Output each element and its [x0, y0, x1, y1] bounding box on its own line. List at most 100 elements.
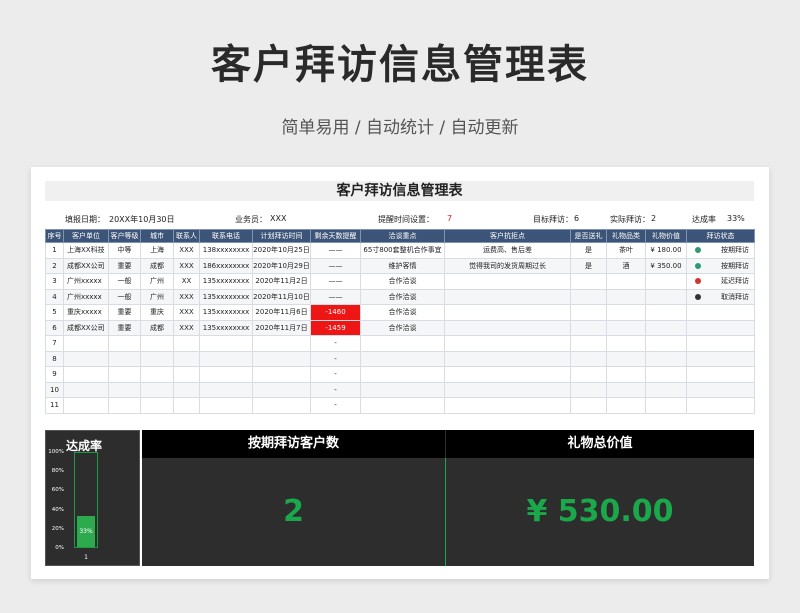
reminder-value[interactable]: 7 — [447, 214, 452, 223]
cell-level[interactable]: 中等 — [108, 242, 141, 259]
cell-date[interactable] — [252, 366, 311, 383]
cell-gift_type[interactable] — [606, 366, 646, 383]
cell-gift_type[interactable] — [606, 350, 646, 367]
cell-remain[interactable]: -1459 — [310, 319, 361, 336]
cell-date[interactable] — [252, 381, 311, 398]
cell-no[interactable]: 3 — [45, 273, 64, 290]
column-header[interactable]: 城市 — [140, 229, 174, 243]
cell-remain[interactable]: - — [310, 350, 361, 367]
cell-focus[interactable] — [360, 350, 445, 367]
cell-level[interactable] — [108, 335, 141, 352]
cell-remain[interactable]: - — [310, 335, 361, 352]
cell-date[interactable] — [252, 350, 311, 367]
cell-status[interactable] — [686, 335, 755, 352]
cell-objection[interactable]: 运费高、售后差 — [444, 242, 571, 259]
cell-gift_value[interactable] — [645, 273, 687, 290]
cell-objection[interactable] — [444, 350, 571, 367]
cell-remain[interactable]: —— — [310, 242, 361, 259]
cell-level[interactable]: 一般 — [108, 273, 141, 290]
cell-contact[interactable] — [173, 381, 200, 398]
cell-no[interactable]: 5 — [45, 304, 64, 321]
cell-gift_type[interactable] — [606, 381, 646, 398]
column-header[interactable]: 拜访状态 — [686, 229, 755, 243]
cell-phone[interactable]: 135xxxxxxxx — [199, 273, 253, 290]
cell-level[interactable] — [108, 350, 141, 367]
cell-level[interactable]: 重要 — [108, 304, 141, 321]
cell-city[interactable]: 上海 — [140, 242, 174, 259]
cell-level[interactable]: 重要 — [108, 257, 141, 274]
cell-city[interactable]: 成都 — [140, 319, 174, 336]
cell-date[interactable]: 2020年11月10日 — [252, 288, 311, 305]
cell-city[interactable]: 重庆 — [140, 304, 174, 321]
cell-no[interactable]: 6 — [45, 319, 64, 336]
cell-focus[interactable] — [360, 397, 445, 414]
cell-objection[interactable] — [444, 397, 571, 414]
cell-date[interactable]: 2020年11月2日 — [252, 273, 311, 290]
cell-company[interactable]: 成都XX公司 — [63, 257, 109, 274]
cell-city[interactable] — [140, 335, 174, 352]
cell-contact[interactable]: XXX — [173, 257, 200, 274]
cell-city[interactable]: 成都 — [140, 257, 174, 274]
column-header[interactable]: 客户抗拒点 — [444, 229, 571, 243]
cell-focus[interactable]: 合作洽谈 — [360, 304, 445, 321]
column-header[interactable]: 礼物价值 — [645, 229, 687, 243]
cell-focus[interactable] — [360, 366, 445, 383]
cell-objection[interactable]: 觉得我司的发货周期过长 — [444, 257, 571, 274]
cell-city[interactable]: 广州 — [140, 288, 174, 305]
cell-city[interactable] — [140, 397, 174, 414]
staff-value[interactable]: XXX — [270, 214, 286, 223]
cell-remain[interactable]: —— — [310, 257, 361, 274]
cell-contact[interactable]: XXX — [173, 304, 200, 321]
cell-phone[interactable]: 135xxxxxxxx — [199, 319, 253, 336]
cell-focus[interactable] — [360, 335, 445, 352]
column-header[interactable]: 洽谈重点 — [360, 229, 445, 243]
cell-date[interactable]: 2020年10月25日 — [252, 242, 311, 259]
cell-remain[interactable]: - — [310, 397, 361, 414]
cell-focus[interactable]: 维护客情 — [360, 257, 445, 274]
cell-objection[interactable] — [444, 381, 571, 398]
cell-status[interactable]: 取消拜访 — [686, 288, 755, 305]
cell-status[interactable]: 延迟拜访 — [686, 273, 755, 290]
cell-gift[interactable]: 是 — [570, 257, 607, 274]
cell-company[interactable]: 广州xxxxx — [63, 288, 109, 305]
cell-phone[interactable]: 138xxxxxxxx — [199, 242, 253, 259]
cell-company[interactable] — [63, 366, 109, 383]
cell-contact[interactable] — [173, 350, 200, 367]
cell-gift_value[interactable]: ¥ 180.00 — [645, 242, 687, 259]
cell-gift_type[interactable]: 酒 — [606, 257, 646, 274]
column-header[interactable]: 礼物品类 — [606, 229, 646, 243]
cell-status[interactable]: 按期拜访 — [686, 242, 755, 259]
cell-gift_value[interactable]: ¥ 350.00 — [645, 257, 687, 274]
cell-no[interactable]: 4 — [45, 288, 64, 305]
cell-city[interactable] — [140, 350, 174, 367]
cell-remain[interactable]: - — [310, 366, 361, 383]
cell-phone[interactable] — [199, 350, 253, 367]
cell-gift[interactable] — [570, 350, 607, 367]
cell-objection[interactable] — [444, 319, 571, 336]
cell-gift_type[interactable] — [606, 335, 646, 352]
cell-level[interactable] — [108, 397, 141, 414]
cell-level[interactable]: 一般 — [108, 288, 141, 305]
cell-remain[interactable]: —— — [310, 288, 361, 305]
cell-phone[interactable] — [199, 381, 253, 398]
cell-contact[interactable] — [173, 335, 200, 352]
cell-gift[interactable] — [570, 273, 607, 290]
column-header[interactable]: 客户单位 — [63, 229, 109, 243]
cell-company[interactable] — [63, 381, 109, 398]
column-header[interactable]: 是否送礼 — [570, 229, 607, 243]
cell-city[interactable]: 广州 — [140, 273, 174, 290]
cell-contact[interactable]: XXX — [173, 288, 200, 305]
target-value[interactable]: 6 — [574, 214, 579, 223]
cell-no[interactable]: 8 — [45, 350, 64, 367]
cell-gift[interactable] — [570, 335, 607, 352]
cell-gift_type[interactable] — [606, 397, 646, 414]
cell-gift_type[interactable] — [606, 304, 646, 321]
cell-status[interactable] — [686, 397, 755, 414]
column-header[interactable]: 客户等级 — [108, 229, 141, 243]
cell-status[interactable] — [686, 366, 755, 383]
cell-remain[interactable]: —— — [310, 273, 361, 290]
cell-company[interactable]: 广州xxxxx — [63, 273, 109, 290]
cell-phone[interactable]: 135xxxxxxxx — [199, 288, 253, 305]
cell-level[interactable]: 重要 — [108, 319, 141, 336]
column-header[interactable]: 联系人 — [173, 229, 200, 243]
